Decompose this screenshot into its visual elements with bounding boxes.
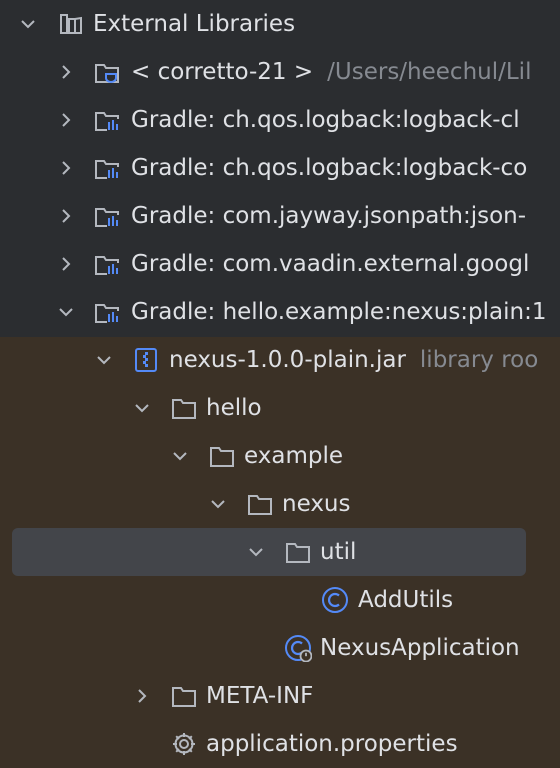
tree-node-class-nexusapplication[interactable]: NexusApplication — [0, 624, 560, 672]
tree-node-gradle-lib[interactable]: Gradle: ch.qos.logback:logback-co — [0, 144, 560, 192]
jar-archive-icon — [135, 348, 157, 372]
tree-node-package-example[interactable]: example — [0, 432, 560, 480]
tree-label: Gradle: ch.qos.logback:logback-co — [131, 155, 528, 181]
chevron-down-icon[interactable] — [94, 350, 114, 370]
tree-label: META-INF — [206, 683, 314, 709]
tree-node-package-nexus[interactable]: nexus — [0, 480, 560, 528]
tree-label: Gradle: hello.example:nexus:plain:1 — [131, 299, 547, 325]
tree-node-external-libraries[interactable]: External Libraries — [0, 0, 560, 48]
tree-node-gradle-lib[interactable]: Gradle: com.jayway.jsonpath:json- — [0, 192, 560, 240]
library-folder-icon — [95, 208, 119, 227]
folder-icon — [286, 543, 310, 563]
library-folder-icon — [95, 160, 119, 179]
chevron-right-icon[interactable] — [56, 254, 76, 274]
tree-label: External Libraries — [93, 11, 296, 37]
tree-label: application.properties — [206, 731, 458, 757]
tree-label: AddUtils — [358, 587, 454, 613]
tree-label: nexus-1.0.0-plain.jar — [169, 347, 406, 373]
tree-hint: library roo — [419, 347, 539, 373]
folder-icon — [248, 495, 272, 515]
chevron-right-icon[interactable] — [56, 158, 76, 178]
chevron-down-icon[interactable] — [18, 14, 38, 34]
chevron-down-icon[interactable] — [132, 398, 152, 418]
gear-icon — [173, 733, 195, 755]
libraries-icon — [60, 14, 82, 34]
tree-node-gradle-lib[interactable]: Gradle: ch.qos.logback:logback-cl — [0, 96, 560, 144]
tree-label: example — [244, 443, 343, 469]
tree-node-jar[interactable]: nexus-1.0.0-plain.jar library roo — [0, 336, 560, 384]
tree-node-gradle-lib-expanded[interactable]: Gradle: hello.example:nexus:plain:1 — [0, 288, 560, 336]
class-icon — [322, 587, 348, 613]
tree-node-package-util[interactable]: util — [0, 528, 560, 576]
library-folder-icon — [95, 304, 119, 323]
tree-node-class-addutils[interactable]: AddUtils — [0, 576, 560, 624]
chevron-right-icon[interactable] — [56, 62, 76, 82]
folder-icon — [210, 447, 234, 467]
tree-label: Gradle: com.jayway.jsonpath:json- — [131, 203, 527, 229]
library-folder-icon — [95, 112, 119, 131]
chevron-right-icon[interactable] — [56, 110, 76, 130]
tree-node-gradle-lib[interactable]: Gradle: com.vaadin.external.googl — [0, 240, 560, 288]
tree-label: < corretto-21 > — [131, 59, 314, 85]
jdk-folder-icon — [95, 64, 119, 83]
chevron-down-icon[interactable] — [170, 446, 190, 466]
folder-icon — [172, 687, 196, 707]
runnable-class-icon — [285, 635, 312, 662]
tree-label: Gradle: ch.qos.logback:logback-cl — [131, 107, 520, 133]
tree-node-file-properties[interactable]: application.properties — [0, 720, 560, 768]
library-folder-icon — [95, 256, 119, 275]
chevron-down-icon[interactable] — [246, 542, 266, 562]
tree-node-jdk[interactable]: < corretto-21 > /Users/heechul/Lil — [0, 48, 560, 96]
chevron-right-icon[interactable] — [56, 206, 76, 226]
tree-label: util — [320, 539, 357, 565]
tree-label: nexus — [282, 491, 351, 517]
tree-node-package-hello[interactable]: hello — [0, 384, 560, 432]
tree-node-folder-meta-inf[interactable]: META-INF — [0, 672, 560, 720]
chevron-right-icon[interactable] — [132, 686, 152, 706]
tree-label: NexusApplication — [320, 635, 520, 661]
folder-icon — [172, 399, 196, 419]
chevron-down-icon[interactable] — [56, 302, 76, 322]
tree-path-hint: /Users/heechul/Lil — [327, 59, 532, 85]
tree-label: hello — [206, 395, 262, 421]
tree-label: Gradle: com.vaadin.external.googl — [131, 251, 530, 277]
chevron-down-icon[interactable] — [208, 494, 228, 514]
